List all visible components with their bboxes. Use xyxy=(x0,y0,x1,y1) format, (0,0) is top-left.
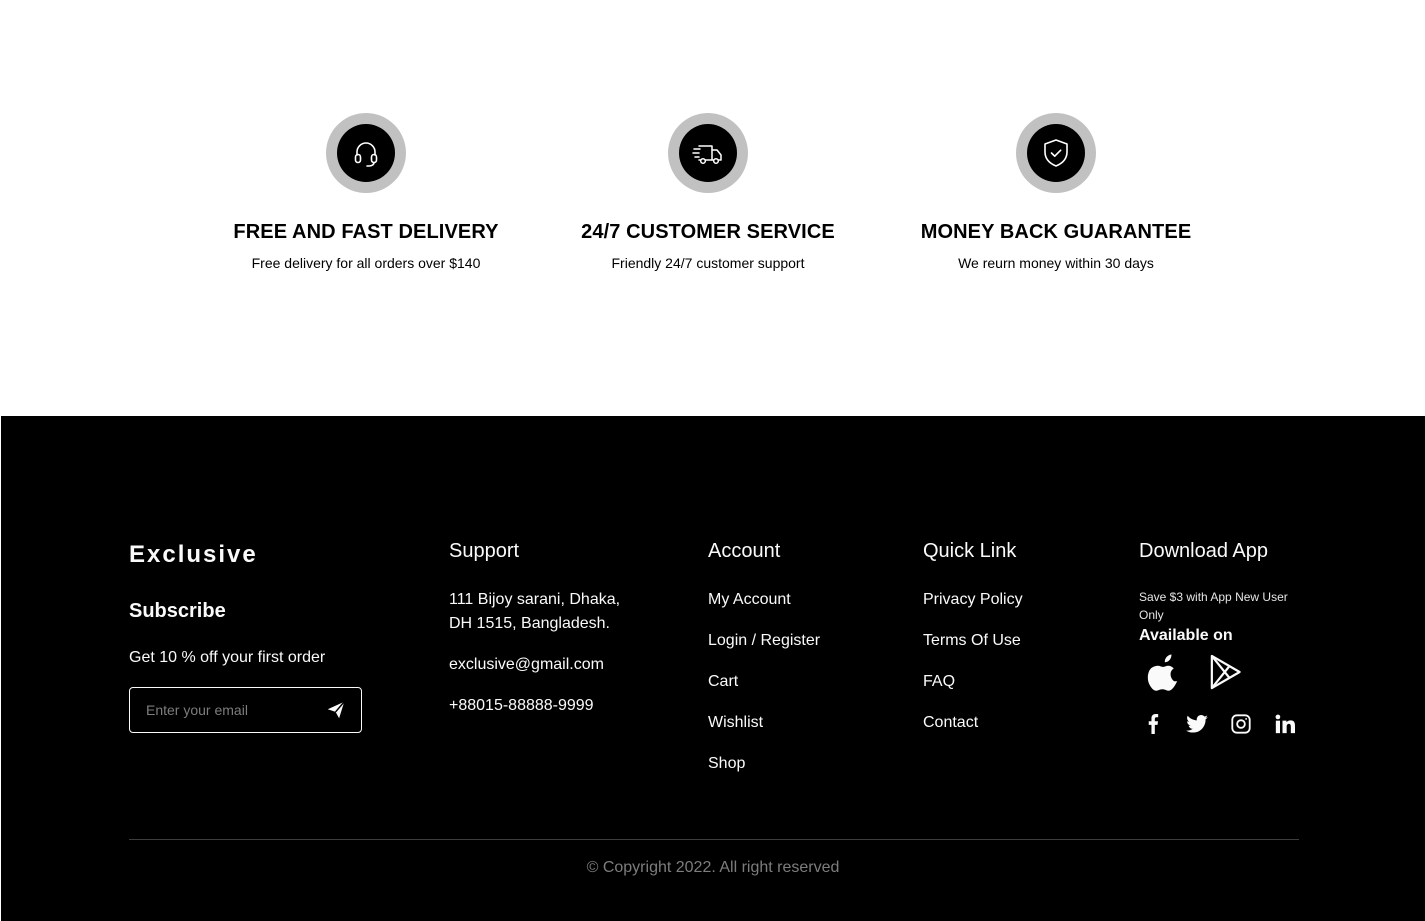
feature-icon-ring xyxy=(668,113,748,193)
features-section: FREE AND FAST DELIVERY Free delivery for… xyxy=(0,0,1425,416)
delivery-truck-icon xyxy=(679,124,737,182)
page: FREE AND FAST DELIVERY Free delivery for… xyxy=(0,0,1425,921)
email-input[interactable] xyxy=(146,702,316,718)
footer-quick-link-column: Quick Link Privacy Policy Terms Of Use F… xyxy=(923,538,1023,752)
feature-title: FREE AND FAST DELIVERY xyxy=(233,221,499,243)
social-links xyxy=(1139,712,1304,736)
feature-description: Friendly 24/7 customer support xyxy=(611,255,805,271)
subscribe-offer: Get 10 % off your first order xyxy=(129,649,326,666)
linkedin-icon[interactable] xyxy=(1273,712,1297,736)
link-contact[interactable]: Contact xyxy=(923,711,1023,735)
support-address: 111 Bijoy sarani, Dhaka, DH 1515, Bangla… xyxy=(449,588,620,636)
footer-divider xyxy=(129,839,1299,840)
send-icon[interactable] xyxy=(323,697,349,723)
feature-description: We reurn money within 30 days xyxy=(958,255,1154,271)
apple-icon[interactable] xyxy=(1145,652,1185,692)
app-store-links xyxy=(1139,652,1304,692)
feature-customer-service: 24/7 CUSTOMER SERVICE Friendly 24/7 cust… xyxy=(548,113,868,271)
footer-download-column: Download App Save $3 with App New User O… xyxy=(1139,538,1304,736)
footer-support-column: Support 111 Bijoy sarani, Dhaka, DH 1515… xyxy=(449,538,620,735)
app-offer-note: Save $3 with App New User Only xyxy=(1139,590,1288,622)
subscribe-title: Subscribe xyxy=(129,600,226,622)
link-login-register[interactable]: Login / Register xyxy=(708,629,820,653)
feature-description: Free delivery for all orders over $140 xyxy=(251,255,481,271)
feature-money-back: MONEY BACK GUARANTEE We reurn money with… xyxy=(896,113,1216,271)
email-subscribe-form xyxy=(129,687,362,733)
twitter-icon[interactable] xyxy=(1185,712,1209,736)
facebook-icon[interactable] xyxy=(1141,712,1165,736)
google-play-icon[interactable] xyxy=(1205,652,1245,692)
feature-title: 24/7 CUSTOMER SERVICE xyxy=(581,221,835,243)
shield-check-icon xyxy=(1027,124,1085,182)
link-my-account[interactable]: My Account xyxy=(708,588,820,612)
support-email[interactable]: exclusive@gmail.com xyxy=(449,653,620,677)
footer: Exclusive Subscribe Get 10 % off your fi… xyxy=(1,416,1425,921)
address-line: 111 Bijoy sarani, Dhaka, xyxy=(449,591,621,608)
feature-title: MONEY BACK GUARANTEE xyxy=(920,221,1192,243)
address-line: DH 1515, Bangladesh. xyxy=(449,615,610,632)
support-phone[interactable]: +88015-88888-9999 xyxy=(449,694,620,718)
feature-delivery: FREE AND FAST DELIVERY Free delivery for… xyxy=(206,113,526,271)
link-wishlist[interactable]: Wishlist xyxy=(708,711,820,735)
feature-icon-ring xyxy=(326,113,406,193)
link-shop[interactable]: Shop xyxy=(708,752,820,776)
download-heading: Download App xyxy=(1139,540,1268,562)
link-terms-of-use[interactable]: Terms Of Use xyxy=(923,629,1023,653)
feature-icon-ring xyxy=(1016,113,1096,193)
account-heading: Account xyxy=(708,540,781,562)
footer-account-column: Account My Account Login / Register Cart… xyxy=(708,538,820,793)
instagram-icon[interactable] xyxy=(1229,712,1253,736)
quick-link-heading: Quick Link xyxy=(923,540,1017,562)
link-faq[interactable]: FAQ xyxy=(923,670,1023,694)
brand-logo[interactable]: Exclusive xyxy=(129,540,362,570)
link-privacy-policy[interactable]: Privacy Policy xyxy=(923,588,1023,612)
available-on-label: Available on xyxy=(1139,627,1233,644)
support-heading: Support xyxy=(449,540,520,562)
headphones-icon xyxy=(337,124,395,182)
link-cart[interactable]: Cart xyxy=(708,670,820,694)
footer-subscribe-column: Exclusive Subscribe Get 10 % off your fi… xyxy=(129,538,362,733)
copyright-text: © Copyright 2022. All right reserved xyxy=(586,859,840,876)
